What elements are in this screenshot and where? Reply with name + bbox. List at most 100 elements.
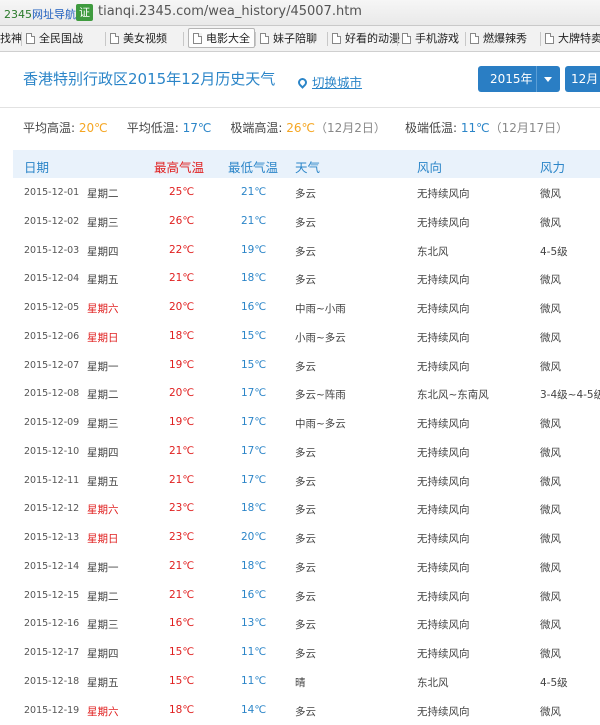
table-row: 2015-12-03 星期四 22℃ 19℃ 多云 东北风 4-5级 (0, 236, 600, 265)
site-logo-text: 网址导航 (32, 8, 76, 21)
page-icon (402, 33, 411, 44)
bookmark-label: 妹子陪聊 (273, 32, 317, 45)
weather-cell: 多云 (295, 360, 316, 373)
weekday-cell: 星期日 (87, 533, 119, 545)
table-row: 2015-12-16 星期三 16℃ 13℃ 多云 无持续风向 微风 (0, 609, 600, 638)
date-cell: 2015-12-12 (24, 503, 80, 515)
wind-direction-cell: 无持续风向 (417, 331, 470, 344)
page-icon (545, 33, 554, 44)
bookmark-item[interactable]: 手机游戏 (402, 29, 459, 49)
page-title: 香港特别行政区2015年12月历史天气 (23, 70, 276, 88)
bookmark-separator (465, 32, 466, 46)
bookmark-item[interactable]: 美女视频 (110, 29, 167, 49)
table-row: 2015-12-04 星期五 21℃ 18℃ 多云 无持续风向 微风 (0, 264, 600, 293)
year-select[interactable]: 2015年 (478, 66, 560, 92)
wind-force-cell: 微风 (540, 475, 561, 488)
weather-cell: 多云 (295, 216, 316, 229)
date-cell: 2015-12-04 (24, 273, 80, 285)
low-temp-cell: 14℃ (241, 703, 267, 716)
date-cell: 2015-12-15 (24, 589, 80, 601)
certificate-icon[interactable]: 证 (76, 4, 93, 21)
high-temp-cell: 21℃ (169, 272, 195, 285)
bookmark-item[interactable]: 全民国战 (26, 29, 83, 49)
wind-direction-cell: 无持续风向 (417, 303, 470, 315)
address-bar: 2345网址导航 证 tianqi.2345.com/wea_history/4… (0, 0, 600, 26)
table-row: 2015-12-19 星期六 18℃ 14℃ 多云 无持续风向 微风 (0, 696, 600, 725)
low-temp-cell: 20℃ (241, 531, 267, 543)
location-pin-icon (296, 76, 309, 89)
weather-cell: 多云 (295, 188, 316, 200)
high-temp-cell: 23℃ (169, 531, 195, 543)
page-icon (110, 33, 119, 44)
weather-cell: 多云 (295, 446, 316, 459)
wind-direction-cell: 无持续风向 (417, 504, 470, 517)
wind-direction-cell: 无持续风向 (417, 360, 470, 373)
weather-cell: 小雨~多云 (295, 331, 346, 344)
weather-cell: 多云 (295, 619, 316, 632)
bookmark-item[interactable]: 妹子陪聊 (260, 29, 317, 49)
high-temp-cell: 21℃ (169, 559, 195, 572)
max-high-date: （12月2日） (315, 121, 386, 135)
low-temp-cell: 18℃ (241, 272, 267, 285)
wind-direction-cell: 东北风 (417, 676, 449, 689)
date-cell: 2015-12-08 (24, 388, 80, 400)
chevron-down-icon[interactable] (544, 77, 552, 82)
weekday-cell: 星期六 (87, 504, 119, 517)
bookmark-item[interactable]: 好看的动漫 (332, 29, 400, 49)
low-temp-cell: 16℃ (241, 588, 267, 601)
date-cell: 2015-12-05 (24, 302, 80, 313)
low-temp-cell: 17℃ (241, 416, 267, 428)
history-table-header: 日期 最高气温 最低气温 天气 风向 风力 (13, 150, 600, 178)
weather-cell: 多云 (295, 245, 316, 258)
avg-high-label: 平均高温: (23, 121, 76, 135)
table-row: 2015-12-11 星期五 21℃ 17℃ 多云 无持续风向 微风 (0, 466, 600, 495)
wind-direction-cell: 无持续风向 (417, 533, 470, 545)
wind-direction-cell: 东北风~东南风 (417, 389, 489, 402)
wind-force-cell: 3-4级~4-5级 (540, 389, 600, 402)
bookmark-item[interactable]: 大牌特卖 (545, 29, 600, 49)
wind-direction-cell: 无持续风向 (417, 619, 470, 632)
high-temp-cell: 23℃ (169, 502, 195, 515)
table-row: 2015-12-18 星期五 15℃ 11℃ 晴 东北风 4-5级 (0, 667, 600, 696)
date-cell: 2015-12-01 (24, 187, 80, 198)
page-icon (260, 33, 269, 44)
table-row: 2015-12-09 星期三 19℃ 17℃ 中雨~多云 无持续风向 微风 (0, 408, 600, 437)
weather-cell: 中雨~小雨 (295, 303, 346, 315)
date-cell: 2015-12-06 (24, 330, 80, 342)
weather-cell: 多云~阵雨 (295, 389, 346, 402)
table-row: 2015-12-14 星期一 21℃ 18℃ 多云 无持续风向 微风 (0, 552, 600, 581)
bookmark-label: 美女视频 (123, 32, 167, 45)
site-logo[interactable]: 2345网址导航 (4, 6, 76, 22)
weekday-cell: 星期五 (87, 475, 119, 488)
date-cell: 2015-12-11 (24, 474, 80, 486)
weekday-cell: 星期六 (87, 705, 119, 718)
wind-force-cell: 微风 (540, 561, 561, 574)
month-select[interactable]: 12月 (565, 66, 600, 92)
low-temp-cell: 11℃ (241, 646, 267, 658)
wind-direction-cell: 无持续风向 (417, 446, 470, 459)
wind-direction-cell: 无持续风向 (417, 705, 470, 718)
bookmark-item[interactable]: 燃爆辣秀 (470, 29, 527, 49)
wind-force-cell: 微风 (540, 418, 561, 430)
column-header-wind-direction: 风向 (417, 160, 443, 175)
wind-direction-cell: 东北风 (417, 245, 449, 258)
url-field[interactable]: tianqi.2345.com/wea_history/45007.htm (98, 4, 362, 19)
page-icon (470, 33, 479, 44)
table-row: 2015-12-08 星期二 20℃ 17℃ 多云~阵雨 东北风~东南风 3-4级~4-5级 (0, 379, 600, 408)
weather-cell: 中雨~多云 (295, 418, 346, 430)
low-temp-cell: 21℃ (241, 186, 267, 198)
wind-direction-cell: 无持续风向 (417, 475, 470, 488)
weather-cell: 多云 (295, 504, 316, 517)
table-row: 2015-12-01 星期二 25℃ 21℃ 多云 无持续风向 微风 (0, 178, 600, 207)
bookmark-separator (327, 32, 328, 46)
date-cell: 2015-12-18 (24, 675, 80, 687)
page-icon (332, 33, 341, 44)
switch-city-link[interactable]: 切换城市 (296, 72, 362, 91)
high-temp-cell: 16℃ (169, 617, 195, 630)
bookmark-item[interactable]: 电影大全 (188, 28, 255, 48)
date-cell: 2015-12-17 (24, 647, 80, 658)
table-row: 2015-12-13 星期日 23℃ 20℃ 多云 无持续风向 微风 (0, 523, 600, 552)
low-temp-cell: 15℃ (241, 329, 267, 342)
bookmark-item[interactable]: 找神 (0, 29, 22, 49)
table-row: 2015-12-12 星期六 23℃ 18℃ 多云 无持续风向 微风 (0, 494, 600, 523)
